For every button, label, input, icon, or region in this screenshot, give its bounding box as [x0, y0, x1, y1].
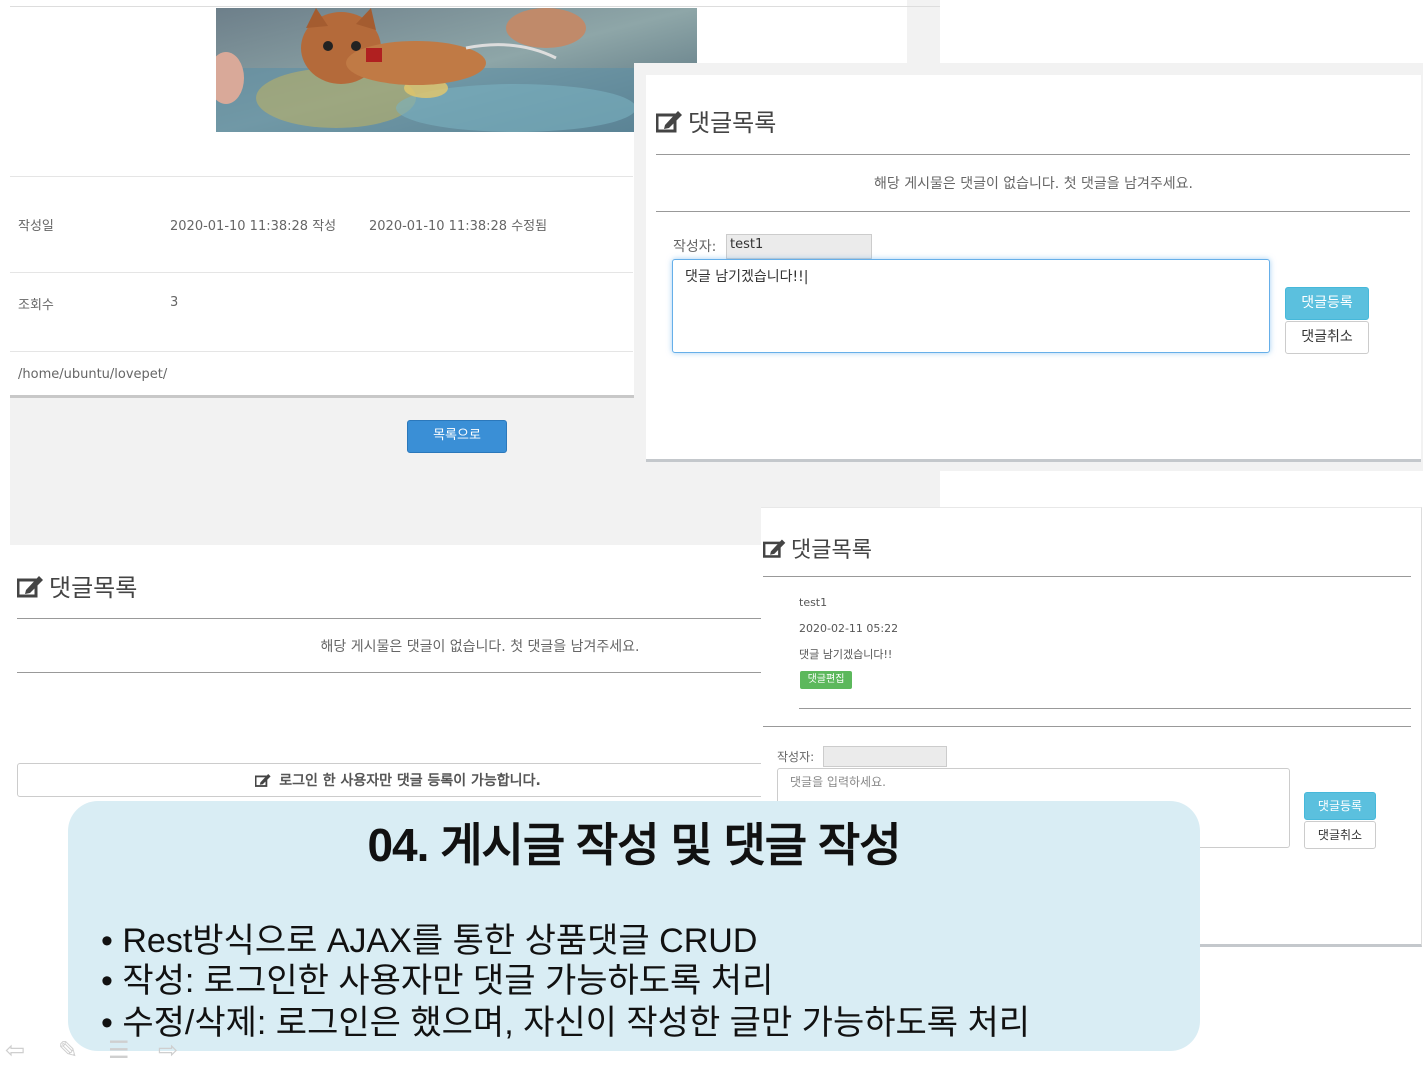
back-to-list-button[interactable]: 목록으로: [407, 420, 507, 453]
comment-textarea[interactable]: 댓글 남기겠습니다!!|: [672, 259, 1270, 353]
writer-field[interactable]: test1: [726, 234, 872, 259]
divider: [10, 272, 633, 273]
modified-value: 2020-01-10 11:38:28 수정됨: [369, 219, 548, 234]
edit-icon: [656, 110, 682, 132]
divider: [656, 211, 1410, 212]
login-notice-box: 로그인 한 사용자만 댓글 등록이 가능합니다.: [17, 763, 779, 797]
comment-list-title: 댓글목록: [656, 103, 776, 138]
divider: [656, 154, 1410, 155]
edit-comment-button[interactable]: 댓글편집: [800, 671, 852, 689]
created-value: 2020-01-10 11:38:28 작성: [170, 219, 337, 234]
views-value: 3: [170, 295, 179, 310]
prev-icon[interactable]: ⇦: [5, 1036, 25, 1064]
comment-date: 2020-02-11 05:22: [799, 622, 899, 635]
panel-gap: [940, 471, 1423, 507]
empty-comment-message: 해당 게시물은 댓글이 없습니다. 첫 댓글을 남겨주세요.: [874, 176, 1193, 192]
login-notice-text: 로그인 한 사용자만 댓글 등록이 가능합니다.: [279, 773, 541, 789]
views-label: 조회수: [18, 298, 54, 313]
cancel-comment-button[interactable]: 댓글취소: [1285, 321, 1369, 354]
summary-callout: 04. 게시글 작성 및 댓글 작성 • Rest방식으로 AJAX를 통한 상…: [68, 801, 1200, 1051]
path-text: /home/ubuntu/lovepet/: [18, 367, 168, 382]
menu-icon[interactable]: ☰: [108, 1036, 130, 1064]
edit-icon: [763, 539, 786, 558]
writer-field[interactable]: [823, 746, 947, 767]
comment-list-title-text: 댓글목록: [791, 538, 872, 563]
comment-text: 댓글 남기겠습니다!!: [799, 648, 893, 661]
divider: [17, 672, 762, 673]
created-label: 작성일: [18, 219, 54, 234]
writer-label: 작성자:: [673, 239, 717, 255]
cancel-comment-button[interactable]: 댓글취소: [1304, 821, 1376, 849]
divider: [17, 618, 762, 619]
comment-list-title: 댓글목록: [17, 568, 137, 603]
submit-comment-button[interactable]: 댓글등록: [1285, 287, 1369, 320]
writer-label: 작성자:: [777, 750, 815, 764]
divider: [799, 708, 1411, 709]
section-title: 04. 게시글 작성 및 댓글 작성: [367, 819, 901, 871]
divider: [763, 576, 1411, 577]
divider: [10, 351, 633, 352]
submit-comment-button[interactable]: 댓글등록: [1304, 792, 1376, 820]
comment-author: test1: [799, 596, 828, 609]
pen-icon[interactable]: ✎: [58, 1036, 78, 1064]
edit-icon: [17, 575, 43, 597]
divider: [763, 726, 1411, 727]
comment-list-title-text: 댓글목록: [49, 574, 138, 602]
edit-icon: [255, 774, 271, 787]
comment-panel-top: 댓글목록 해당 게시물은 댓글이 없습니다. 첫 댓글을 남겨주세요. 작성자:…: [646, 75, 1421, 462]
pet-photo: [216, 8, 697, 132]
comment-list-title: 댓글목록: [763, 532, 872, 564]
divider: [10, 176, 633, 177]
comment-list-title-text: 댓글목록: [688, 109, 777, 137]
divider: [10, 6, 940, 7]
next-icon[interactable]: ⇨: [158, 1036, 178, 1064]
bullet-item: • 수정/삭제: 로그인은 했으며, 자신이 작성한 글만 가능하도록 처리: [101, 1004, 1031, 1042]
